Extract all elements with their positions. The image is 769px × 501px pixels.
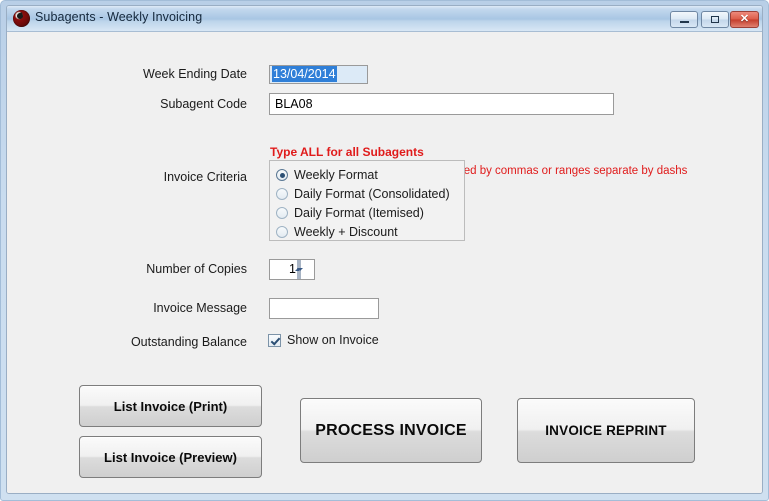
- radio-label: Daily Format (Itemised): [294, 206, 424, 220]
- checkbox-checked-icon: [268, 333, 281, 347]
- radio-unselected-icon: [276, 188, 288, 200]
- label-number-of-copies: Number of Copies: [146, 262, 247, 276]
- number-of-copies-stepper[interactable]: 1: [269, 259, 315, 280]
- radio-daily-format-itemised[interactable]: Daily Format (Itemised): [276, 204, 424, 222]
- process-invoice-button[interactable]: PROCESS INVOICE: [300, 398, 482, 463]
- show-on-invoice-checkbox[interactable]: Show on Invoice: [268, 333, 379, 347]
- label-invoice-message: Invoice Message: [153, 301, 247, 315]
- radio-unselected-icon: [276, 207, 288, 219]
- label-subagent-code: Subagent Code: [160, 97, 247, 111]
- week-ending-date-value: 13/04/2014: [272, 66, 337, 82]
- radio-selected-icon: [276, 169, 288, 181]
- close-icon: ✕: [739, 13, 750, 25]
- maximize-icon: [702, 12, 728, 27]
- list-invoice-print-button[interactable]: List Invoice (Print): [79, 385, 262, 427]
- chevron-down-icon: [297, 268, 303, 271]
- window-title: Subagents - Weekly Invoicing: [35, 10, 203, 24]
- close-button[interactable]: ✕: [730, 11, 759, 28]
- window-inner: Subagents - Weekly Invoicing ✕ Week Endi…: [6, 5, 763, 494]
- label-week-ending-date: Week Ending Date: [143, 67, 247, 81]
- radio-daily-format-consolidated[interactable]: Daily Format (Consolidated): [276, 185, 450, 203]
- label-outstanding-balance: Outstanding Balance: [130, 335, 247, 349]
- radio-label: Weekly + Discount: [294, 225, 398, 239]
- invoice-message-input[interactable]: [269, 298, 379, 319]
- show-on-invoice-label: Show on Invoice: [287, 333, 379, 347]
- stepper-down-button[interactable]: [297, 260, 303, 279]
- radio-label: Daily Format (Consolidated): [294, 187, 450, 201]
- number-of-copies-value: 1: [289, 262, 296, 276]
- app-logo-icon: [13, 10, 30, 27]
- invoice-criteria-group: Weekly Format Daily Format (Consolidated…: [269, 160, 465, 241]
- week-ending-date-input[interactable]: 13/04/2014: [269, 65, 368, 84]
- minimize-icon: [671, 12, 697, 27]
- application-window: Subagents - Weekly Invoicing ✕ Week Endi…: [0, 0, 769, 501]
- radio-label: Weekly Format: [294, 168, 378, 182]
- form-body: Week Ending Date 13/04/2014 Subagent Cod…: [7, 32, 762, 493]
- label-invoice-criteria: Invoice Criteria: [163, 170, 247, 184]
- list-invoice-preview-button[interactable]: List Invoice (Preview): [79, 436, 262, 478]
- radio-unselected-icon: [276, 226, 288, 238]
- minimize-button[interactable]: [670, 11, 698, 28]
- radio-weekly-format[interactable]: Weekly Format: [276, 166, 378, 184]
- invoice-reprint-button[interactable]: INVOICE REPRINT: [517, 398, 695, 463]
- stepper-buttons: [295, 260, 313, 279]
- radio-weekly-plus-discount[interactable]: Weekly + Discount: [276, 223, 398, 241]
- subagent-code-input[interactable]: [269, 93, 614, 115]
- maximize-button[interactable]: [701, 11, 729, 28]
- title-bar[interactable]: Subagents - Weekly Invoicing ✕: [7, 6, 762, 32]
- note-type-all: Type ALL for all Subagents: [270, 145, 424, 159]
